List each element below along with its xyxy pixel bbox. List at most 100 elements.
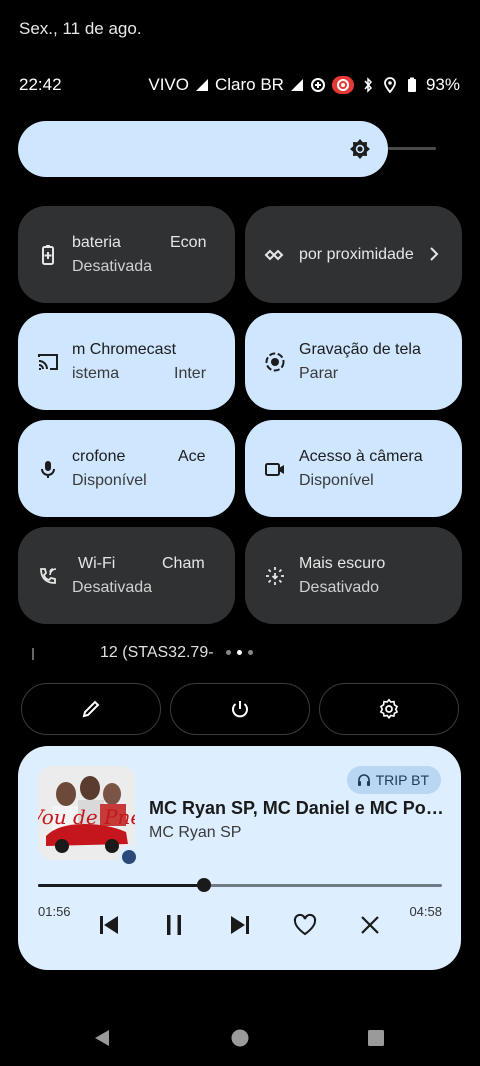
home-button[interactable] xyxy=(230,1028,250,1048)
dismiss-button[interactable] xyxy=(355,910,385,940)
seek-progress xyxy=(38,884,204,887)
build-number: 12 (STAS32.79- xyxy=(100,644,214,661)
seek-thumb[interactable] xyxy=(196,878,211,892)
like-button[interactable] xyxy=(290,910,320,940)
power-icon xyxy=(232,701,248,718)
tile-nearby-share[interactable]: por proximidade xyxy=(245,206,462,303)
tile-state: Desativado xyxy=(299,579,380,596)
pause-icon xyxy=(167,915,181,935)
tile-extra-dim[interactable]: Mais escuro Desativado xyxy=(245,527,462,624)
media-app-badge-icon xyxy=(118,846,140,868)
tile-title: crofone xyxy=(72,448,126,465)
screen-recording-icon xyxy=(331,76,354,94)
recents-icon xyxy=(368,1030,384,1046)
brightness-track[interactable] xyxy=(388,147,436,150)
tile-title: Acesso à câmera xyxy=(299,448,423,465)
tile-title: Mais escuro xyxy=(299,555,386,572)
status-bar: 22:42 VIVO Claro BR 93% xyxy=(19,74,460,96)
power-button[interactable] xyxy=(170,683,310,735)
album-art: Vou de Pnelle xyxy=(38,766,135,860)
settings-button[interactable] xyxy=(319,683,459,735)
page-dot xyxy=(226,650,231,655)
tile-camera-access[interactable]: Acesso à câmera Disponível xyxy=(245,420,462,517)
tile-text: Wi-Fi Cham Desativada xyxy=(72,547,209,607)
track-artist: MC Ryan SP xyxy=(149,824,242,841)
battery-percent: 93% xyxy=(425,75,460,94)
brightness-slider[interactable] xyxy=(18,121,388,177)
tile-text: bateria Econ Desativada xyxy=(72,226,209,286)
battery-saver-icon xyxy=(37,244,59,266)
tile-state: istema xyxy=(72,365,120,382)
elapsed-time: 01:56 xyxy=(38,904,71,919)
tile-text: crofone Ace Disponível xyxy=(72,440,209,500)
previous-track-button[interactable] xyxy=(94,910,124,940)
battery-icon xyxy=(404,77,420,93)
date-label: Sex., 11 de ago. xyxy=(19,19,142,38)
tile-state: Desativada xyxy=(72,579,153,596)
pencil-icon xyxy=(82,700,100,718)
tile-state-next: Inter xyxy=(174,365,207,382)
extra-dim-icon xyxy=(264,565,286,587)
output-device-label: TRIP BT xyxy=(375,772,429,788)
heart-icon xyxy=(293,913,317,936)
signal-icon xyxy=(195,78,209,92)
skip-previous-icon xyxy=(100,916,118,934)
tile-title: bateria xyxy=(72,234,121,251)
page-indicator xyxy=(226,650,253,655)
tile-title: Gravação de tela xyxy=(299,341,421,358)
next-track-button[interactable] xyxy=(225,910,255,940)
track-title: MC Ryan SP, MC Daniel e MC Poze do Rodo xyxy=(149,798,444,818)
brightness-icon xyxy=(348,137,372,161)
tile-state: Disponível xyxy=(299,472,374,489)
skip-next-icon xyxy=(231,916,249,934)
home-icon xyxy=(231,1029,249,1047)
microphone-icon xyxy=(37,458,59,480)
recents-button[interactable] xyxy=(366,1028,386,1048)
page-edge-marker xyxy=(32,648,34,660)
tile-state: Desativada xyxy=(72,258,153,275)
seek-bar[interactable] xyxy=(38,878,442,892)
tile-screen-record[interactable]: Gravação de tela Parar xyxy=(245,313,462,410)
tile-title-next: Econ xyxy=(170,234,207,251)
back-button[interactable] xyxy=(92,1028,112,1048)
media-player-card[interactable]: Vou de Pnelle TRIP BT MC Ryan SP, MC Dan… xyxy=(18,746,461,970)
tile-wifi-calling[interactable]: Wi-Fi Cham Desativada xyxy=(18,527,235,624)
tile-chromecast[interactable]: m Chromecast istema Inter xyxy=(18,313,235,410)
tile-microphone[interactable]: crofone Ace Disponível xyxy=(18,420,235,517)
bluetooth-icon xyxy=(360,77,376,93)
tile-state: Parar xyxy=(299,365,339,382)
headphones-icon xyxy=(357,774,370,786)
clock: 22:42 xyxy=(19,75,62,94)
camera-icon xyxy=(264,458,286,480)
tile-title: por proximidade xyxy=(299,246,414,263)
back-icon xyxy=(95,1030,109,1046)
tile-title: m Chromecast xyxy=(72,341,177,358)
navigation-bar xyxy=(0,1018,480,1058)
total-time: 04:58 xyxy=(409,904,442,919)
screen-record-icon xyxy=(264,351,286,373)
gear-icon xyxy=(379,698,399,720)
album-art-lettering: Vou de Pnelle xyxy=(38,805,135,829)
tile-battery-saver[interactable]: bateria Econ Desativada xyxy=(18,206,235,303)
edit-button[interactable] xyxy=(21,683,161,735)
data-saver-icon xyxy=(310,77,326,93)
carrier-1: VIVO xyxy=(148,75,189,94)
tile-state: Disponível xyxy=(72,472,147,489)
output-device-chip[interactable]: TRIP BT xyxy=(346,766,441,794)
tile-title: Wi-Fi xyxy=(78,555,116,572)
close-icon xyxy=(361,916,379,934)
signal-icon xyxy=(290,78,304,92)
nearby-share-icon xyxy=(264,244,286,266)
tile-text: por proximidade xyxy=(299,234,422,274)
tile-title-next: Ace xyxy=(178,448,206,465)
page-dot-active xyxy=(237,650,242,655)
pause-button[interactable] xyxy=(159,910,189,940)
chevron-right-icon xyxy=(424,244,444,264)
cast-icon xyxy=(37,351,59,373)
tile-text: m Chromecast istema Inter xyxy=(72,333,209,393)
carrier-2: Claro BR xyxy=(215,75,284,94)
location-icon xyxy=(382,77,398,93)
tile-title-next: Cham xyxy=(162,555,205,572)
page-dot xyxy=(248,650,253,655)
wifi-calling-icon xyxy=(37,565,59,587)
